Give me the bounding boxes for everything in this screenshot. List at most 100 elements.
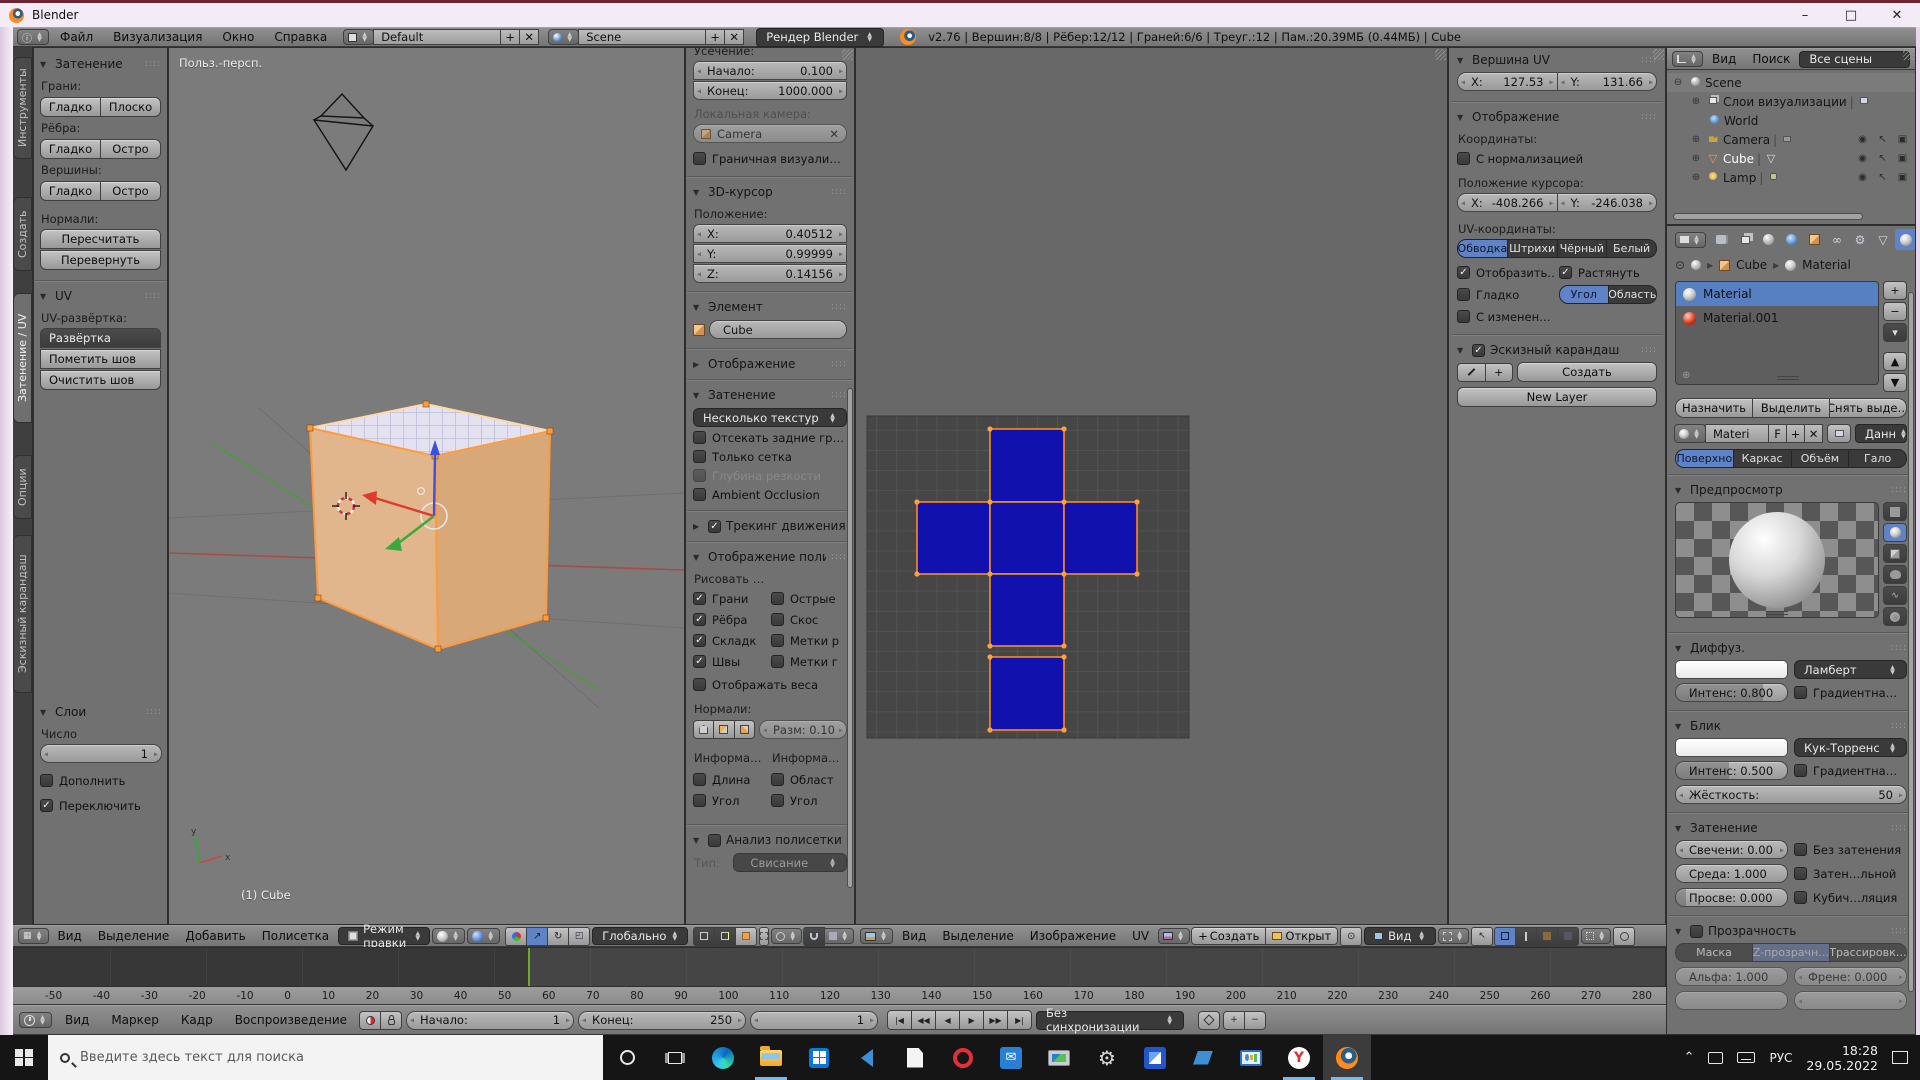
frame-start-field[interactable]: Начало:1 xyxy=(406,1011,574,1030)
flip-normals-button[interactable]: Перевернуть xyxy=(40,250,161,270)
slot-add-button[interactable]: + xyxy=(1883,281,1907,300)
emit-field[interactable]: Свечени: 0.00 xyxy=(1675,840,1788,859)
draw-bevel-checkbox[interactable]: Скос xyxy=(771,610,847,629)
specular-intensity-slider[interactable]: Интенс: 0.500 xyxy=(1675,761,1788,780)
clip-start-field[interactable]: Начало:0.100 xyxy=(693,61,847,80)
expand-icon[interactable]: ⊖ xyxy=(1671,77,1685,88)
filter-icon[interactable]: ⊕ xyxy=(1682,370,1690,381)
edge-button[interactable] xyxy=(699,1035,747,1080)
vert-smooth-button[interactable]: Гладко xyxy=(40,181,101,201)
menu-render[interactable]: Визуализация xyxy=(104,30,211,44)
panel-shading-header[interactable]: ▼Затенение:::: xyxy=(40,52,161,76)
fresnel-blend-field[interactable] xyxy=(1794,991,1907,1010)
insert-keyframe-button[interactable]: + xyxy=(1223,1011,1245,1030)
tab-render[interactable] xyxy=(1711,229,1733,250)
clear-icon[interactable]: ✕ xyxy=(829,127,839,141)
selectable-icon[interactable]: ↖ xyxy=(1874,172,1891,183)
selectable-icon[interactable]: ↖ xyxy=(1874,153,1891,164)
render-border-checkbox[interactable]: Граничная визуали… xyxy=(693,149,847,168)
system-monitor-button[interactable] xyxy=(1035,1035,1083,1080)
touch-keyboard-icon[interactable] xyxy=(1737,1052,1755,1063)
menu-select[interactable]: Выделение xyxy=(91,929,176,943)
scrollbar[interactable] xyxy=(1908,292,1914,992)
tab-options[interactable]: Опции xyxy=(13,455,32,519)
image-browse-button[interactable] xyxy=(1158,928,1190,944)
tab-grease-pencil[interactable]: Эскизный карандаш xyxy=(13,535,32,693)
shade-smooth-button[interactable]: Гладко xyxy=(40,97,101,117)
shading-select[interactable] xyxy=(432,928,465,944)
play-button[interactable]: ▶ xyxy=(959,1010,984,1030)
image-open-button[interactable]: Открыт xyxy=(1265,927,1338,945)
clock[interactable]: 18:28 29.05.2022 xyxy=(1806,1043,1878,1073)
keying-set-button[interactable] xyxy=(1198,1011,1220,1030)
region-corner-grip[interactable] xyxy=(1435,49,1446,60)
menu-view[interactable]: Вид xyxy=(895,929,933,943)
mark-seam-button[interactable]: Пометить шов xyxy=(40,349,161,369)
tab-material[interactable] xyxy=(1895,229,1916,250)
uv-y-field[interactable]: Y:131.66 xyxy=(1557,72,1658,91)
material-browse-button[interactable] xyxy=(1674,424,1706,443)
outliner-row-scene[interactable]: ⊖ Scene xyxy=(1667,73,1915,92)
face-select-button[interactable] xyxy=(735,927,757,946)
occlude-geometry-button[interactable] xyxy=(759,927,769,946)
edge-select-button[interactable] xyxy=(714,927,736,946)
play-reverse-button[interactable]: ◀ xyxy=(935,1010,960,1030)
expand-icon[interactable]: ⊕ xyxy=(1689,172,1703,183)
shadeless-checkbox[interactable]: Без затенения xyxy=(1794,840,1907,859)
ambient-slider[interactable]: Среда: 1.000 xyxy=(1675,864,1788,883)
specular-ramp-checkbox[interactable]: Градиентна… xyxy=(1794,761,1907,780)
panel-diffuse-header[interactable]: ▼Диффуз.:::: xyxy=(1675,636,1907,660)
type-surface-toggle[interactable]: Поверхно xyxy=(1675,449,1734,468)
cursor-y-field[interactable]: Y:0.99999 xyxy=(693,244,847,263)
expand-icon[interactable]: ⊕ xyxy=(1689,153,1703,164)
pivot-select[interactable] xyxy=(467,928,500,944)
specular-color-swatch[interactable] xyxy=(1675,738,1788,757)
presentation-button[interactable] xyxy=(1227,1035,1275,1080)
type-volume-toggle[interactable]: Объём xyxy=(1791,449,1850,468)
panel-transparency-header[interactable]: ▼Прозрачность:::: xyxy=(1675,919,1907,943)
show-modified-checkbox[interactable]: С изменен… xyxy=(1457,307,1555,326)
select-button[interactable]: Выделить xyxy=(1752,398,1830,418)
vertex-select-button[interactable] xyxy=(693,927,715,946)
alpha-slider[interactable]: Альфа: 1.000 xyxy=(1675,967,1788,986)
action-center-icon[interactable] xyxy=(1892,1051,1908,1064)
draw-sharp-checkbox[interactable]: Острые xyxy=(771,589,847,608)
jump-to-end-button[interactable]: ▶| xyxy=(1007,1010,1032,1030)
delete-keyframe-button[interactable]: − xyxy=(1244,1011,1266,1030)
uv-cursor-x-field[interactable]: X:-408.266 xyxy=(1457,193,1558,212)
recalculate-normals-button[interactable]: Пересчитать xyxy=(40,229,161,249)
node-editor-button[interactable] xyxy=(1827,424,1851,443)
shading-mode-select[interactable]: Несколько текстур xyxy=(693,408,847,427)
breadcrumb-material[interactable]: Material xyxy=(1802,258,1851,272)
proportional-edit-select[interactable] xyxy=(771,928,802,944)
image-new-button[interactable]: +Создать xyxy=(1191,927,1266,945)
new-layer-button[interactable]: New Layer xyxy=(1457,387,1657,407)
uv-proportional-button[interactable] xyxy=(1613,927,1635,946)
visibility-icon[interactable]: ◉ xyxy=(1854,172,1871,183)
shade-flat-button[interactable]: Плоско xyxy=(100,97,161,117)
stretch-angle-toggle[interactable]: Угол xyxy=(1559,285,1609,304)
tab-object-data[interactable]: ▽ xyxy=(1872,229,1894,250)
edges-dash-toggle[interactable]: Штрихи xyxy=(1507,239,1558,258)
outliner-row-world[interactable]: World xyxy=(1667,111,1915,130)
start-button[interactable] xyxy=(0,1035,48,1080)
opera-button[interactable] xyxy=(939,1035,987,1080)
layout-name-field[interactable]: Default xyxy=(373,29,501,45)
slot-move-down-button[interactable]: ▼ xyxy=(1883,373,1907,392)
preview-cube-button[interactable] xyxy=(1883,544,1907,563)
tablet-mode-icon[interactable] xyxy=(1708,1052,1723,1064)
face-area-checkbox[interactable]: Област xyxy=(771,770,847,789)
unwrap-button[interactable]: Развёртка xyxy=(40,328,161,348)
scrollbar-horizontal[interactable] xyxy=(1673,213,1863,220)
slot-remove-button[interactable]: − xyxy=(1883,302,1907,321)
grease-pencil-checkbox[interactable] xyxy=(1472,344,1485,357)
movies-tv-button[interactable] xyxy=(1131,1035,1179,1080)
current-frame-field[interactable]: 1 xyxy=(750,1011,878,1030)
edge-sharp-button[interactable]: Остро xyxy=(100,139,161,159)
show-weights-checkbox[interactable]: Отображать веса xyxy=(693,675,847,694)
diffuse-shader-select[interactable]: Ламберт xyxy=(1794,660,1907,679)
tab-render-layers[interactable] xyxy=(1734,229,1756,250)
type-wire-toggle[interactable]: Каркас xyxy=(1733,449,1792,468)
editor-type-button[interactable] xyxy=(19,1012,52,1028)
panel-layers-header[interactable]: ▼Слои:::: xyxy=(40,700,162,724)
